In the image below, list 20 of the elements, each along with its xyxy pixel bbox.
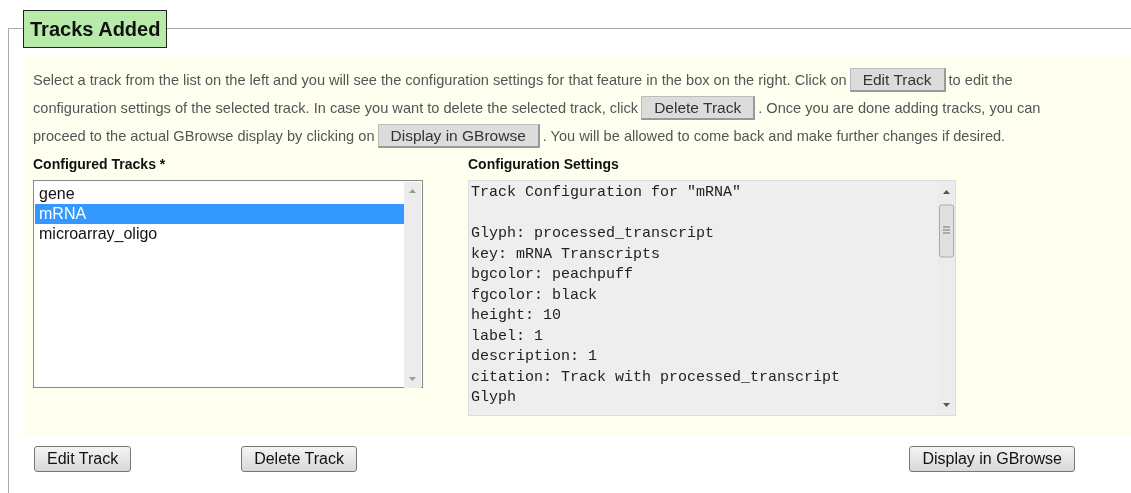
tracks-listbox[interactable]: gene mRNA microarray_oligo [33,180,423,388]
intro-text: proceed to the actual GBrowse display by clicking on [33,128,375,144]
inline-button[interactable]: Display in GBrowse [377,124,540,148]
scrollbar[interactable] [404,182,421,388]
intro-text: . Once you are done adding tracks, you can [758,100,1041,116]
inline-button[interactable]: Edit Track [849,68,946,92]
track-item[interactable]: microarray_oligo [35,224,404,244]
intro-text: to edit the [948,72,1013,88]
intro-text: Select a track from the list on the left and you will see the configuration settings for that feature in the box on the right. Click on [33,72,847,88]
config-label: Configuration Settings [468,156,620,172]
inline-button[interactable]: Delete Track [641,96,756,120]
display-gbrowse-button[interactable]: Display in GBrowse [909,446,1075,472]
delete-track-button[interactable]: Delete Track [241,446,357,472]
intro-text: configuration settings of the selected track. In case you want to delete the selected track, click [33,100,639,116]
tracks-label: Configured Tracks * [33,156,167,172]
track-item[interactable]: gene [35,184,404,204]
edit-track-button[interactable]: Edit Track [34,446,132,472]
config-textarea[interactable]: Track Configuration for "mRNA" Glyph: processed_transcript key: mRNA Transcripts bgcolor: peachpuff fgcolor: black height: 10 label: 1 description: 1 citation: Track with processed_transcript Glyph [468,180,956,416]
intro-text: . You will be allowed to come back and make further changes if desired. [542,128,1006,144]
section-title: Tracks Added [23,10,168,48]
